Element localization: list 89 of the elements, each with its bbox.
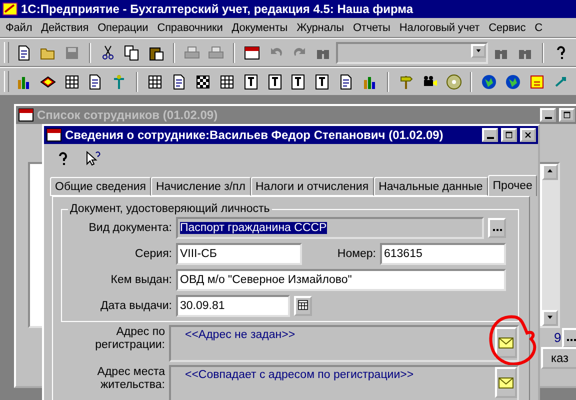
disc-icon xyxy=(446,74,462,90)
close-icon xyxy=(523,130,533,140)
menu-item[interactable]: Файл xyxy=(1,22,37,34)
address-field[interactable]: <<Совпадает с адресом по регистрации>> xyxy=(169,365,519,400)
menu-item[interactable]: Справочники xyxy=(152,22,228,34)
document-icon xyxy=(16,44,32,60)
edit-address-button[interactable] xyxy=(495,327,517,358)
minimize-button[interactable] xyxy=(540,108,556,122)
scroll-down-button[interactable] xyxy=(542,310,558,326)
address-field[interactable]: <<Адрес не задан>> xyxy=(169,325,519,362)
field-value: 30.09.81 xyxy=(180,300,225,312)
document-icon xyxy=(338,74,354,90)
dialog-button[interactable]: каз xyxy=(541,347,576,369)
printer-icon xyxy=(184,44,200,60)
window-icon xyxy=(46,127,62,143)
letter-t-icon xyxy=(314,74,330,90)
grid-icon xyxy=(218,74,235,90)
letter-t-icon xyxy=(266,74,282,90)
close-button[interactable] xyxy=(520,128,536,142)
choose-button[interactable] xyxy=(562,328,576,348)
field-value: Паспорт гражданина СССР xyxy=(180,222,327,234)
signpost-icon xyxy=(398,74,414,90)
tab[interactable]: Налоги и отчисления xyxy=(250,177,374,196)
max-icon xyxy=(504,130,514,140)
window-icon xyxy=(18,107,34,123)
menu-item[interactable]: Документы xyxy=(227,22,292,34)
maximize-button[interactable] xyxy=(501,128,517,142)
edit-address-button[interactable] xyxy=(495,367,517,398)
date-field[interactable]: 30.09.81 xyxy=(176,295,290,317)
select-field[interactable]: Паспорт гражданина СССР xyxy=(176,217,484,239)
globe-icon xyxy=(481,74,498,90)
scrollbar[interactable] xyxy=(542,164,558,326)
field-value: VIII-СБ xyxy=(180,248,217,260)
field-label: Кем выдан: xyxy=(110,274,172,286)
address-value: <<Совпадает с адресом по регистрации>> xyxy=(185,369,414,383)
choose-button[interactable] xyxy=(488,218,506,238)
window-title: Сведения о сотруднике:Васильев Федор Степанович (01.02.09) xyxy=(65,128,444,142)
input-field[interactable]: 613615 xyxy=(380,243,506,265)
address-value: <<Адрес не задан>> xyxy=(185,329,296,343)
tab[interactable]: Начальные данные xyxy=(374,177,488,196)
checker-icon xyxy=(194,74,211,90)
cut-text: 9 xyxy=(554,330,562,345)
menu-item[interactable]: Операции xyxy=(93,22,153,34)
minimize-icon xyxy=(486,137,494,139)
document-icon xyxy=(87,74,104,90)
globe-icon xyxy=(505,74,522,90)
max-icon xyxy=(562,110,572,120)
scroll-up-button[interactable] xyxy=(542,164,558,180)
search-combo-field[interactable] xyxy=(336,42,488,64)
menu-item[interactable]: Журналы xyxy=(292,22,348,34)
dropdown-button[interactable] xyxy=(471,44,486,58)
minimize-button[interactable] xyxy=(482,128,498,142)
grid-icon xyxy=(64,74,80,90)
field-label: Адрес по регистрации: xyxy=(94,325,165,353)
input-field[interactable]: VIII-СБ xyxy=(176,243,302,265)
envelope-icon xyxy=(498,374,514,390)
window-title: Список сотрудников (01.02.09) xyxy=(37,108,219,122)
window-title: 1С:Предприятие - Бухгалтерский учет, редакция 4.5: Наша фирма xyxy=(21,2,414,16)
field-value: 613615 xyxy=(384,248,422,260)
menu-item[interactable]: Отчеты xyxy=(348,22,395,34)
calendar-grid-icon xyxy=(297,298,309,310)
tab[interactable]: Общие сведения xyxy=(50,177,151,196)
tab[interactable]: Начисление з/пл xyxy=(151,177,250,196)
grid-icon xyxy=(147,74,164,90)
letter-t-icon xyxy=(290,74,306,90)
field-label: Вид документа: xyxy=(88,222,172,234)
scissors-icon xyxy=(100,44,116,60)
field-label: Адрес места жительства: xyxy=(96,365,165,393)
menu-item[interactable]: Сервис xyxy=(484,22,530,34)
pages-icon xyxy=(124,44,140,60)
minimize-icon xyxy=(544,117,552,119)
field-label: Серия: xyxy=(134,248,172,260)
field-value: ОВД м/о "Северное Измайлово" xyxy=(180,274,352,286)
menu-item[interactable]: Налоговый учет xyxy=(394,22,484,34)
printer-icon xyxy=(208,44,224,60)
letter-t-icon xyxy=(242,74,259,90)
document-icon xyxy=(171,74,188,90)
field-label: Номер: xyxy=(336,248,376,260)
envelope-icon xyxy=(498,334,514,350)
tab[interactable]: Прочее xyxy=(488,175,538,196)
menu-item[interactable]: С xyxy=(530,22,547,34)
menu-item[interactable]: Действия xyxy=(36,22,94,34)
calendar-button[interactable] xyxy=(294,296,312,316)
maximize-button[interactable] xyxy=(559,108,575,122)
group-title: Документ, удостоверяющий личность xyxy=(69,203,271,215)
input-field[interactable]: ОВД м/о "Северное Измайлово" xyxy=(176,269,506,291)
cursor-question-icon xyxy=(85,151,101,167)
field-label: Дата выдачи: xyxy=(100,300,172,312)
window-icon xyxy=(244,44,260,60)
